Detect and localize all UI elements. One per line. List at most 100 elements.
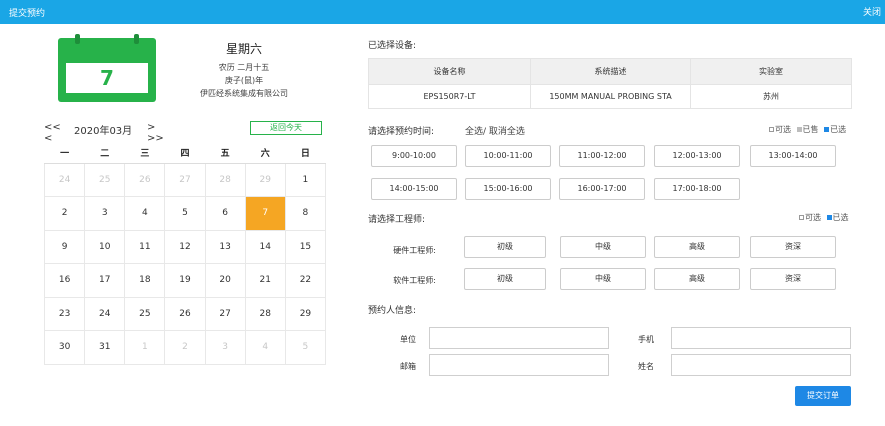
calendar-day[interactable]: 27 xyxy=(204,296,246,331)
calendar-day[interactable]: 9 xyxy=(43,229,86,264)
col-system-desc: 系统描述 xyxy=(530,58,691,85)
time-slot-button[interactable]: 16:00-17:00 xyxy=(559,178,645,200)
hardware-level-button[interactable]: 高级 xyxy=(654,236,740,258)
device-name-cell: EPS150R7-LT xyxy=(368,84,531,109)
submit-order-button[interactable]: 提交订单 xyxy=(795,386,851,406)
calendar-day[interactable]: 8 xyxy=(284,196,327,231)
software-level-button[interactable]: 高级 xyxy=(654,268,740,290)
weekday-header-cell: 四 xyxy=(164,143,206,164)
legend-available: 可选 xyxy=(775,125,791,134)
legend-selected: 已选 xyxy=(832,213,849,222)
calendar-day[interactable]: 14 xyxy=(244,229,286,264)
prev-month-button[interactable]: << < xyxy=(44,122,70,144)
calendar-day[interactable]: 11 xyxy=(124,229,166,264)
email-label: 邮箱 xyxy=(400,362,416,371)
calendar-day[interactable]: 3 xyxy=(84,196,126,231)
calendar-day-selected[interactable]: 7 xyxy=(244,196,286,231)
hardware-level-button[interactable]: 资深 xyxy=(750,236,836,258)
calendar-day[interactable]: 5 xyxy=(284,330,327,365)
legend-sold: 已售 xyxy=(802,125,819,134)
calendar-day[interactable]: 18 xyxy=(124,263,166,298)
time-slot-button[interactable]: 13:00-14:00 xyxy=(750,145,836,167)
calendar-day[interactable]: 28 xyxy=(204,162,246,197)
calendar-day[interactable]: 26 xyxy=(124,162,166,197)
time-slot-button[interactable]: 11:00-12:00 xyxy=(559,145,645,167)
time-slot-button[interactable]: 12:00-13:00 xyxy=(654,145,740,167)
calendar-day[interactable]: 13 xyxy=(204,229,246,264)
weekday-header-cell: 二 xyxy=(84,143,125,164)
calendar-day[interactable]: 25 xyxy=(84,162,126,197)
unit-field[interactable] xyxy=(429,327,609,349)
month-calendar: 一 二 三 四 五 六 日 24 25 26 27 28 29 1 2 3 4 5 6 7 8 9 10 11 1… xyxy=(43,143,327,365)
legend-available: 可选 xyxy=(805,213,821,222)
time-slot-button[interactable]: 14:00-15:00 xyxy=(371,178,457,200)
name-field[interactable] xyxy=(671,354,851,376)
calendar-day[interactable]: 10 xyxy=(84,229,126,264)
time-slot-button[interactable]: 17:00-18:00 xyxy=(654,178,740,200)
col-device-name: 设备名称 xyxy=(368,58,531,85)
calendar-week-row: 2345678 xyxy=(43,196,327,231)
calendar-day[interactable]: 24 xyxy=(43,162,86,197)
hardware-level-button[interactable]: 中级 xyxy=(560,236,646,258)
calendar-day[interactable]: 17 xyxy=(84,263,126,298)
calendar-day[interactable]: 16 xyxy=(43,263,86,298)
close-link[interactable]: 关闭 xyxy=(863,5,881,18)
calendar-day[interactable]: 30 xyxy=(43,330,86,365)
select-all-toggle[interactable]: 全选/ 取消全选 xyxy=(465,124,525,137)
window-titlebar: 提交预约 关闭 xyxy=(0,0,885,24)
calendar-day[interactable]: 20 xyxy=(204,263,246,298)
weekday-header-cell: 五 xyxy=(205,143,246,164)
calendar-day[interactable]: 3 xyxy=(204,330,246,365)
phone-field[interactable] xyxy=(671,327,851,349)
phone-label: 手机 xyxy=(638,335,654,344)
calendar-day[interactable]: 15 xyxy=(284,229,327,264)
calendar-day[interactable]: 29 xyxy=(244,162,286,197)
booker-section-label: 预约人信息: xyxy=(368,306,417,316)
sold-swatch xyxy=(796,127,802,132)
table-row[interactable]: EPS150R7-LT 150MM MANUAL PROBING STA 苏州 xyxy=(368,84,852,109)
time-slot-button[interactable]: 15:00-16:00 xyxy=(465,178,551,200)
calendar-day[interactable]: 29 xyxy=(284,296,327,331)
calendar-day[interactable]: 1 xyxy=(124,330,166,365)
engineer-section-label: 请选择工程师: xyxy=(368,215,426,225)
unit-label: 单位 xyxy=(400,335,416,344)
calendar-day[interactable]: 27 xyxy=(164,162,206,197)
next-month-button[interactable]: > >> xyxy=(147,122,173,144)
calendar-day[interactable]: 21 xyxy=(244,263,286,298)
available-swatch xyxy=(769,127,774,132)
calendar-day[interactable]: 22 xyxy=(284,263,327,298)
selected-swatch xyxy=(826,215,832,220)
calendar-day[interactable]: 5 xyxy=(164,196,206,231)
calendar-day[interactable]: 4 xyxy=(244,330,286,365)
calendar-day[interactable]: 1 xyxy=(284,162,327,197)
time-legend: 可选 已售 已选 xyxy=(766,124,846,135)
calendar-day[interactable]: 2 xyxy=(43,196,86,231)
time-section-label: 请选择预约时间: xyxy=(368,127,435,137)
selected-device-label: 已选择设备: xyxy=(368,41,417,51)
software-level-button[interactable]: 初级 xyxy=(464,268,546,290)
calendar-day[interactable]: 6 xyxy=(204,196,246,231)
company-name: 伊匹经系统集成有限公司 xyxy=(200,89,288,98)
calendar-day[interactable]: 2 xyxy=(164,330,206,365)
software-level-button[interactable]: 中级 xyxy=(560,268,646,290)
calendar-day[interactable]: 25 xyxy=(124,296,166,331)
calendar-day[interactable]: 12 xyxy=(164,229,206,264)
calendar-day[interactable]: 26 xyxy=(164,296,206,331)
calendar-day[interactable]: 4 xyxy=(124,196,166,231)
calendar-day[interactable]: 24 xyxy=(84,296,126,331)
time-slot-button[interactable]: 10:00-11:00 xyxy=(465,145,551,167)
time-slot-button[interactable]: 9:00-10:00 xyxy=(371,145,457,167)
email-field[interactable] xyxy=(429,354,609,376)
software-level-button[interactable]: 资深 xyxy=(750,268,836,290)
hardware-engineer-label: 硬件工程师: xyxy=(393,246,436,255)
calendar-day[interactable]: 23 xyxy=(43,296,86,331)
calendar-week-row: 16 17 18 19 20 21 22 xyxy=(43,263,327,298)
calendar-day[interactable]: 28 xyxy=(244,296,286,331)
calendar-day[interactable]: 31 xyxy=(84,330,126,365)
calendar-week-row: 9 10 11 12 13 14 15 xyxy=(43,229,327,264)
weekday-label: 星期六 xyxy=(225,42,262,56)
month-label: 2020年03月 xyxy=(74,126,133,137)
hardware-level-button[interactable]: 初级 xyxy=(464,236,546,258)
back-to-today-button[interactable]: 返回今天 xyxy=(250,121,322,135)
calendar-day[interactable]: 19 xyxy=(164,263,206,298)
